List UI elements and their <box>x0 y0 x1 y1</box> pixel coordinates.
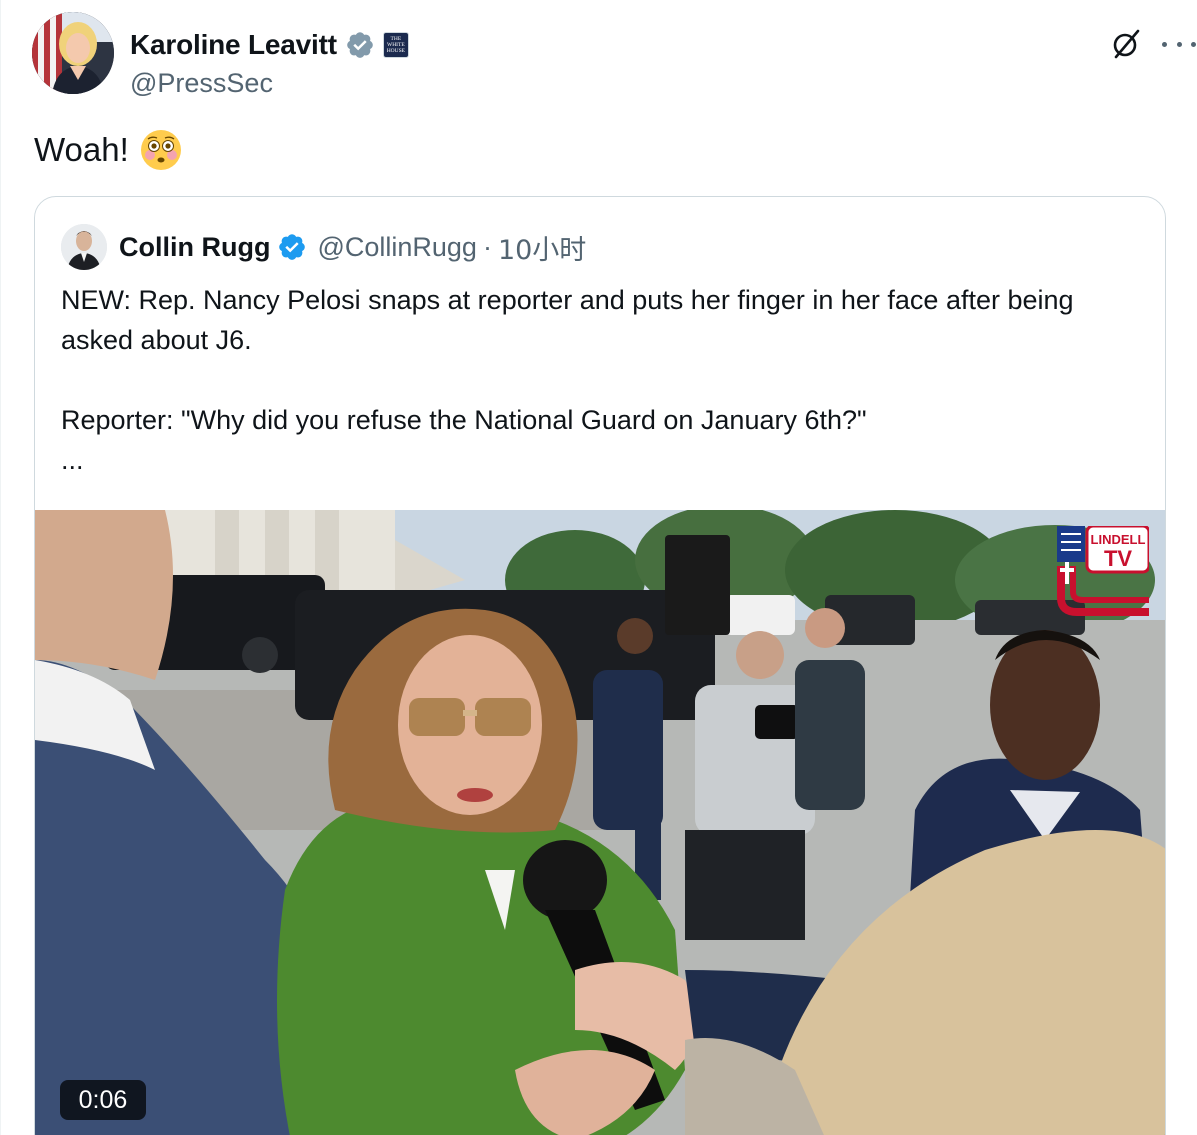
white-house-affiliation-badge[interactable]: THE WHITE HOUSE <box>382 32 409 58</box>
quoted-tweet-header: Collin Rugg @CollinRugg · 10小时 <box>61 223 586 271</box>
quoted-text-line: Reporter: "Why did you refuse the Nation… <box>61 405 867 435</box>
quoted-tweet-card[interactable]: Collin Rugg @CollinRugg · 10小时 NEW: Rep.… <box>34 196 1166 1135</box>
watermark-text-line2: TV <box>1104 546 1132 571</box>
timeline-border <box>0 0 1 1135</box>
tweet-header: Karoline Leavitt THE WHITE HOUSE @PressS… <box>32 12 1196 98</box>
quoted-author-display-name[interactable]: Collin Rugg <box>119 232 270 263</box>
quoted-author-avatar[interactable] <box>61 224 107 270</box>
watermark-text-line1: LINDELL <box>1091 532 1146 547</box>
quoted-separator: · <box>482 231 492 262</box>
video-duration-badge: 0:06 <box>60 1080 146 1120</box>
lindell-tv-watermark: LINDELL TV <box>1057 526 1149 616</box>
author-name-row: Karoline Leavitt THE WHITE HOUSE <box>130 28 409 62</box>
author-avatar[interactable] <box>32 12 114 94</box>
quoted-author-handle[interactable]: @CollinRugg <box>317 232 476 263</box>
quoted-text-line: NEW: Rep. Nancy Pelosi snaps at reporter… <box>61 285 1074 355</box>
quoted-text-ellipsis: ... <box>61 445 84 475</box>
video-player[interactable]: LINDELL TV 0:06 <box>35 510 1165 1135</box>
verified-badge-icon[interactable] <box>345 30 375 60</box>
flushed-face-emoji-icon <box>140 130 181 170</box>
grok-slashed-circle-icon[interactable] <box>1110 28 1142 60</box>
author-handle[interactable]: @PressSec <box>130 68 273 99</box>
tweet-text: Woah! <box>34 128 183 172</box>
affiliation-badge-text: THE WHITE HOUSE <box>386 36 406 54</box>
author-display-name[interactable]: Karoline Leavitt <box>130 29 337 61</box>
quoted-timestamp[interactable]: 10小时 <box>498 228 586 267</box>
video-frame-image <box>35 510 1165 1135</box>
tweet-text-content: Woah! <box>34 131 129 168</box>
quoted-tweet-body: NEW: Rep. Nancy Pelosi snaps at reporter… <box>61 280 1141 480</box>
quoted-verified-badge-icon[interactable] <box>277 232 307 262</box>
more-horizontal-icon[interactable] <box>1162 30 1196 58</box>
